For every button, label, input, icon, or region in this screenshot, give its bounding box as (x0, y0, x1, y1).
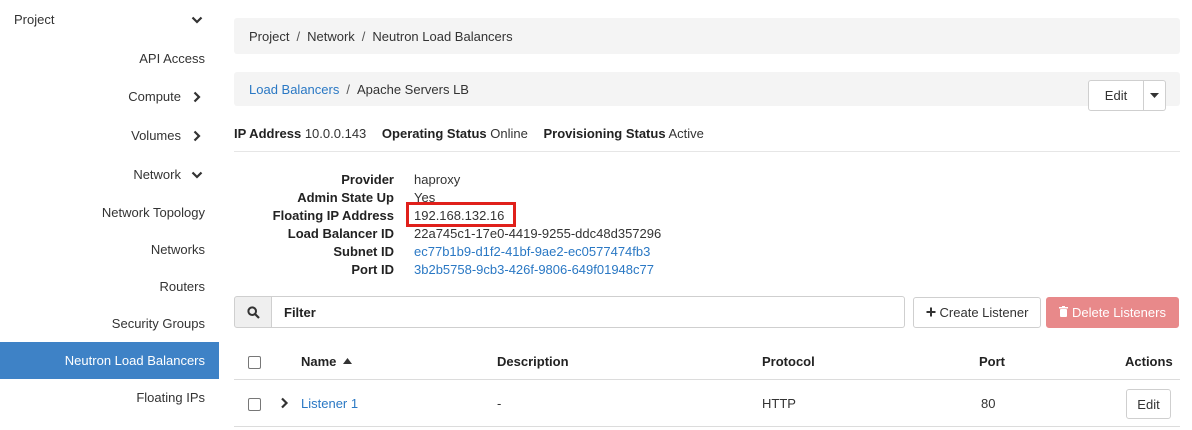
column-name-header[interactable]: Name (301, 354, 353, 369)
column-protocol-header[interactable]: Protocol (762, 354, 815, 369)
expand-row-icon[interactable] (280, 397, 289, 412)
sidebar-item-api-access[interactable]: API Access (0, 40, 219, 77)
listener-protocol: HTTP (762, 396, 796, 411)
highlight-box (406, 202, 516, 227)
caret-down-icon (1150, 92, 1159, 98)
edit-button-group: Edit (1088, 80, 1166, 111)
ip-address-label: IP Address (234, 126, 302, 141)
operating-status-label: Operating Status (381, 126, 487, 141)
provisioning-status-label: Provisioning Status (543, 126, 666, 141)
sidebar: Project API Access Compute Volumes Netwo… (0, 0, 219, 430)
sidebar-item-security-groups[interactable]: Security Groups (0, 305, 219, 342)
plus-icon (926, 305, 936, 320)
sidebar-item-network[interactable]: Network (0, 156, 219, 193)
breadcrumb-network[interactable]: Network (307, 29, 355, 44)
sidebar-item-label: Volumes (131, 128, 181, 143)
filter-input[interactable]: Filter (272, 296, 905, 328)
sidebar-item-compute[interactable]: Compute (0, 78, 219, 115)
operating-status-value: Online (490, 126, 528, 141)
listener-description: - (497, 396, 502, 411)
load-balancers-link[interactable]: Load Balancers (249, 82, 339, 97)
sidebar-item-label: Network Topology (101, 205, 205, 220)
delete-listeners-button[interactable]: Delete Listeners (1046, 297, 1179, 328)
sidebar-item-label: Floating IPs (136, 390, 205, 405)
sidebar-item-volumes[interactable]: Volumes (0, 117, 219, 154)
search-button[interactable] (234, 296, 272, 328)
sidebar-item-label: Security Groups (111, 316, 205, 331)
column-name-label: Name (301, 354, 337, 369)
filter-group: Filter (234, 296, 905, 328)
title-separator: / (346, 81, 350, 97)
port-id-link[interactable]: 3b2b5758-9cb3-426f-9806-649f01948c77 (414, 262, 654, 277)
sidebar-item-project[interactable]: Project (0, 1, 219, 38)
load-balancer-name: Apache Servers LB (356, 81, 469, 97)
sidebar-item-floating-ips[interactable]: Floating IPs (0, 379, 219, 416)
detail-value: 22a745c1-17e0-4419-9255-ddc48d357296 (414, 226, 662, 241)
listener-port: 80 (981, 396, 996, 411)
sidebar-item-label: Networks (150, 242, 205, 257)
provisioning-status-value: Active (668, 126, 704, 141)
listener-name-link[interactable]: Listener 1 (301, 396, 358, 411)
create-listener-button[interactable]: Create Listener (913, 297, 1041, 328)
chevron-down-icon (189, 12, 205, 28)
sidebar-item-routers[interactable]: Routers (0, 268, 219, 305)
sidebar-item-networks[interactable]: Networks (0, 231, 219, 268)
status-line: IP Address 10.0.0.143 Operating Status O… (234, 126, 704, 141)
detail-term: Floating IP Address (272, 208, 394, 223)
sidebar-item-label: API Access (139, 51, 205, 66)
edit-button[interactable]: Edit (1088, 80, 1144, 111)
edit-dropdown-toggle[interactable] (1144, 80, 1166, 111)
subnet-id-link[interactable]: ec77b1b9-d1f2-41bf-9ae2-ec0577474fb3 (414, 244, 650, 259)
breadcrumb-separator: / (296, 28, 301, 44)
search-icon (246, 305, 260, 319)
detail-value: haproxy (414, 172, 461, 187)
ip-address-value: 10.0.0.143 (304, 126, 367, 141)
column-description-header[interactable]: Description (497, 354, 569, 369)
chevron-right-icon (189, 89, 205, 105)
chevron-down-icon (189, 167, 205, 183)
row-edit-button[interactable]: Edit (1126, 389, 1171, 419)
divider (234, 151, 1180, 152)
delete-listeners-label: Delete Listeners (1072, 305, 1166, 320)
detail-term: Provider (341, 172, 394, 187)
detail-term: Subnet ID (333, 244, 394, 259)
breadcrumb-separator: / (361, 28, 366, 44)
create-listener-label: Create Listener (939, 305, 1029, 320)
row-checkbox[interactable] (248, 398, 261, 411)
sidebar-item-label: Network (133, 167, 181, 182)
detail-term: Port ID (351, 262, 394, 277)
breadcrumb-neutron-load-balancers[interactable]: Neutron Load Balancers (372, 29, 512, 44)
column-actions-header: Actions (1125, 354, 1173, 369)
breadcrumb-project[interactable]: Project (249, 29, 289, 44)
detail-term: Load Balancer ID (287, 226, 394, 241)
sort-ascending-icon (343, 358, 353, 364)
sidebar-item-label: Neutron Load Balancers (64, 353, 205, 368)
sidebar-item-label: Routers (159, 279, 205, 294)
table-header: Name Description Protocol Port Actions (234, 342, 1180, 380)
table-row: Listener 1 - HTTP 80 Edit (234, 382, 1180, 427)
column-port-header[interactable]: Port (979, 354, 1005, 369)
breadcrumb: Project / Network / Neutron Load Balance… (234, 18, 1180, 54)
select-all-checkbox[interactable] (248, 356, 261, 369)
trash-icon (1059, 305, 1069, 320)
sidebar-item-network-topology[interactable]: Network Topology (0, 194, 219, 231)
sidebar-item-neutron-load-balancers[interactable]: Neutron Load Balancers (0, 342, 219, 379)
sidebar-item-label: Compute (128, 89, 181, 104)
page-title: Load Balancers / Apache Servers LB (234, 72, 1180, 106)
sidebar-item-label: Project (14, 12, 55, 27)
chevron-right-icon (189, 128, 205, 144)
detail-term: Admin State Up (297, 190, 394, 205)
